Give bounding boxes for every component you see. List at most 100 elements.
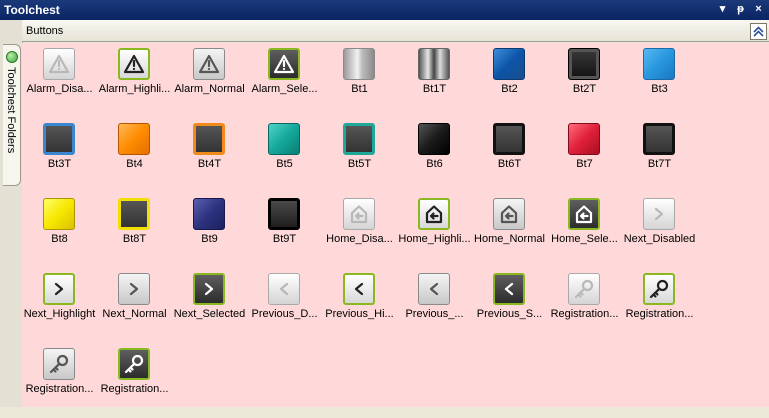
button-item-label: Bt1 — [351, 83, 368, 95]
button-swatch-icon — [493, 48, 525, 80]
button-item[interactable]: Bt8 — [22, 193, 97, 268]
key-icon — [643, 273, 675, 305]
key-icon — [43, 348, 75, 380]
button-item[interactable]: Bt2 — [472, 43, 547, 118]
next-icon — [118, 273, 150, 305]
next-icon — [43, 273, 75, 305]
toolchest-folders-label: Toolchest Folders — [5, 67, 17, 154]
button-item[interactable]: Bt9 — [172, 193, 247, 268]
button-item-label: Bt9T — [272, 233, 297, 245]
toolchest-folders-tab[interactable]: Toolchest Folders — [3, 44, 21, 186]
button-item-label: Bt6T — [497, 158, 522, 170]
button-swatch-icon — [493, 123, 525, 155]
button-item[interactable]: Registration... — [622, 268, 697, 343]
button-item[interactable]: Bt3T — [22, 118, 97, 193]
buttons-grid: Alarm_Disa... Alarm_Highli... Alarm_Normal… — [22, 43, 769, 407]
next-icon — [193, 273, 225, 305]
button-item-label: Registration... — [625, 308, 694, 320]
button-item[interactable]: Previous_Hi... — [322, 268, 397, 343]
button-item[interactable]: Home_Highli... — [397, 193, 472, 268]
button-swatch-icon — [268, 123, 300, 155]
section-header: Buttons — [22, 20, 769, 42]
button-item[interactable]: Previous_D... — [247, 268, 322, 343]
button-item-label: Home_Sele... — [551, 233, 618, 245]
collapse-icon[interactable] — [750, 23, 767, 40]
button-item-label: Bt7T — [647, 158, 672, 170]
button-item[interactable]: Bt7T — [622, 118, 697, 193]
button-item-label: Bt2 — [501, 83, 518, 95]
button-item-label: Bt8 — [51, 233, 68, 245]
button-item[interactable]: Home_Sele... — [547, 193, 622, 268]
button-item-label: Previous_Hi... — [325, 308, 394, 320]
close-icon[interactable]: × — [752, 2, 765, 17]
button-item-label: Bt3T — [47, 158, 72, 170]
button-item[interactable]: Home_Disa... — [322, 193, 397, 268]
button-item-label: Home_Normal — [474, 233, 545, 245]
prev-icon — [493, 273, 525, 305]
home-icon — [568, 198, 600, 230]
button-item-label: Registration... — [550, 308, 619, 320]
button-item-label: Bt3 — [651, 83, 668, 95]
alarm-icon — [193, 48, 225, 80]
button-item[interactable]: Alarm_Sele... — [247, 43, 322, 118]
alarm-icon — [43, 48, 75, 80]
button-item-label: Bt7 — [576, 158, 593, 170]
button-item-label: Next_Highlight — [23, 308, 96, 320]
button-item[interactable]: Bt4 — [97, 118, 172, 193]
side-panel-strip: Toolchest Folders — [0, 20, 23, 407]
button-item-label: Previous_S... — [476, 308, 543, 320]
button-item-label: Bt4T — [197, 158, 222, 170]
button-swatch-icon — [568, 48, 600, 80]
button-item[interactable]: Bt8T — [97, 193, 172, 268]
button-swatch-icon — [193, 123, 225, 155]
alarm-icon — [118, 48, 150, 80]
button-item-label: Alarm_Highli... — [98, 83, 171, 95]
window-title-bar[interactable]: Toolchest ▾ ᵽ × — [0, 0, 769, 20]
button-swatch-icon — [118, 123, 150, 155]
button-item-label: Alarm_Normal — [174, 83, 245, 95]
button-swatch-icon — [268, 198, 300, 230]
button-item-label: Bt1T — [422, 83, 447, 95]
button-item-label: Bt5 — [276, 158, 293, 170]
button-item[interactable]: Registration... — [547, 268, 622, 343]
button-item[interactable]: Bt4T — [172, 118, 247, 193]
button-swatch-icon — [418, 48, 450, 80]
button-item[interactable]: Alarm_Normal — [172, 43, 247, 118]
button-item[interactable]: Bt6 — [397, 118, 472, 193]
pin-icon[interactable]: ᵽ — [734, 2, 747, 17]
home-icon — [493, 198, 525, 230]
button-item-label: Previous_... — [405, 308, 464, 320]
window-title: Toolchest — [4, 3, 60, 17]
button-item-label: Home_Highli... — [398, 233, 471, 245]
button-item[interactable]: Next_Disabled — [622, 193, 697, 268]
button-item[interactable]: Previous_S... — [472, 268, 547, 343]
button-item[interactable]: Alarm_Highli... — [97, 43, 172, 118]
button-item-label: Alarm_Sele... — [251, 83, 318, 95]
button-item[interactable]: Next_Selected — [172, 268, 247, 343]
button-item[interactable]: Bt1 — [322, 43, 397, 118]
alarm-icon — [268, 48, 300, 80]
button-item-label: Bt6 — [426, 158, 443, 170]
button-item[interactable]: Next_Normal — [97, 268, 172, 343]
button-item-label: Alarm_Disa... — [26, 83, 93, 95]
button-item[interactable]: Bt3 — [622, 43, 697, 118]
button-item[interactable]: Home_Normal — [472, 193, 547, 268]
button-swatch-icon — [343, 123, 375, 155]
button-item[interactable]: Bt5T — [322, 118, 397, 193]
button-item[interactable]: Bt1T — [397, 43, 472, 118]
button-item[interactable]: Previous_... — [397, 268, 472, 343]
button-item[interactable]: Bt7 — [547, 118, 622, 193]
home-icon — [343, 198, 375, 230]
button-item[interactable]: Bt6T — [472, 118, 547, 193]
button-swatch-icon — [193, 198, 225, 230]
section-title: Buttons — [26, 25, 64, 37]
button-item-label: Bt4 — [126, 158, 143, 170]
button-item[interactable]: Alarm_Disa... — [22, 43, 97, 118]
button-item[interactable]: Next_Highlight — [22, 268, 97, 343]
dropdown-icon[interactable]: ▾ — [716, 2, 729, 17]
button-item[interactable]: Bt2T — [547, 43, 622, 118]
button-item[interactable]: Bt5 — [247, 118, 322, 193]
button-swatch-icon — [643, 123, 675, 155]
button-swatch-icon — [643, 48, 675, 80]
button-item[interactable]: Bt9T — [247, 193, 322, 268]
